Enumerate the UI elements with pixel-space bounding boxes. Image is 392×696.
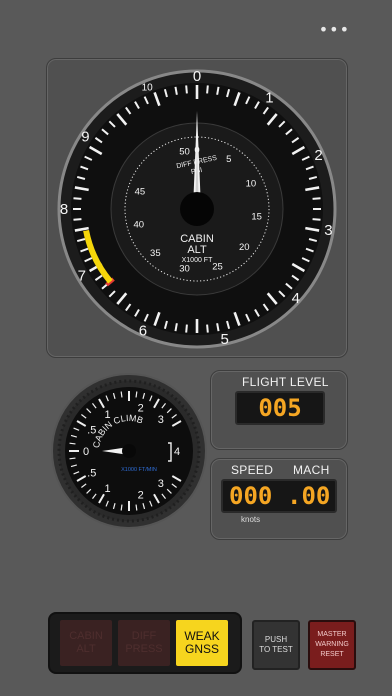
alt-label: ALT xyxy=(187,244,207,256)
annunciator-cabin-alt: CABIN ALT xyxy=(60,620,112,666)
annunciator-diff-press-line1: DIFF xyxy=(131,630,157,642)
inner-scale-label: 25 xyxy=(212,261,223,272)
outer-tick xyxy=(312,218,321,221)
outer-tick xyxy=(73,218,82,221)
needle-hub xyxy=(180,192,214,226)
climb-tick xyxy=(135,391,138,398)
speed-label: SPEED xyxy=(231,463,274,477)
climb-tick xyxy=(135,504,138,511)
climb-scale-label: 3 xyxy=(158,414,164,426)
outer-scale-label: 0 xyxy=(193,68,201,85)
cabin-altitude-panel: 100123456789 50051015202530354045 DIFF P… xyxy=(46,58,348,358)
alt-unit-label: X1000 FT xyxy=(182,257,213,264)
cabin-climb-gauge: 1.50.5123432 CABIN CLIMB X1000 FT/MIN xyxy=(51,373,207,529)
master-warning-line1: MASTER xyxy=(317,631,347,638)
inner-scale-label: 30 xyxy=(179,264,190,275)
annunciator-cabin-alt-line2: ALT xyxy=(76,643,96,655)
outer-scale-label: 9 xyxy=(81,129,89,146)
climb-scale-label: 1 xyxy=(104,483,110,495)
push-to-test-line1: PUSH xyxy=(264,635,288,644)
inner-scale-label: 15 xyxy=(251,211,262,222)
climb-scale-label: 2 xyxy=(138,403,144,415)
climb-unit: X1000 FT/MIN xyxy=(121,467,157,473)
mach-value: .00 xyxy=(287,482,331,510)
speed-display: 000 .00 xyxy=(221,479,337,513)
inner-scale-label: 35 xyxy=(150,248,161,259)
push-to-test-button[interactable]: PUSH TO TEST xyxy=(252,620,300,670)
outer-tick xyxy=(312,197,321,200)
flight-level-display: 005 xyxy=(235,391,325,425)
climb-tick xyxy=(120,504,123,511)
flight-level-panel: FLIGHT LEVEL 005 xyxy=(210,370,348,450)
outer-tick xyxy=(174,323,178,332)
speed-value: 000 xyxy=(229,482,273,510)
outer-scale-label: 4 xyxy=(292,290,300,307)
climb-scale-label: 2 xyxy=(138,489,144,501)
master-warning-reset-button[interactable]: MASTER WARNING RESET xyxy=(308,620,356,670)
outer-tick xyxy=(206,324,209,333)
inner-scale-label: 5 xyxy=(226,154,231,165)
climb-tick xyxy=(69,442,76,445)
inner-scale-label: 20 xyxy=(239,242,250,253)
outer-scale-label: 3 xyxy=(324,222,332,239)
cabin-altitude-gauge: 100123456789 50051015202530354045 DIFF P… xyxy=(57,68,337,349)
annunciator-diff-press-line2: PRESS xyxy=(125,643,163,655)
annunciator-cabin-alt-line1: CABIN xyxy=(69,630,103,642)
outer-scale-label: 1 xyxy=(265,89,273,106)
master-warning-line3: RESET xyxy=(320,651,344,658)
outer-scale-label: 8 xyxy=(60,201,68,218)
climb-hub xyxy=(122,444,136,458)
outer-scale-label: 10 xyxy=(142,83,154,94)
outer-tick xyxy=(174,86,178,95)
climb-scale-label: 3 xyxy=(158,478,164,490)
mach-label: MACH xyxy=(293,463,330,477)
flight-level-label: FLIGHT LEVEL xyxy=(242,375,329,389)
push-to-test-line2: TO TEST xyxy=(259,645,293,654)
climb-tick xyxy=(69,457,76,460)
inner-scale-label: 45 xyxy=(135,186,146,197)
outer-tick xyxy=(185,324,188,333)
outer-tick xyxy=(73,197,82,200)
outer-scale-label: 2 xyxy=(314,147,322,164)
outer-tick xyxy=(216,86,220,95)
annunciator-weak-gnss: WEAK GNSS xyxy=(176,620,228,666)
climb-scale-label: .5 xyxy=(87,468,96,480)
outer-scale-label: 6 xyxy=(139,323,147,340)
inner-scale-label: 40 xyxy=(133,220,144,231)
speed-panel: SPEED MACH 000 .00 knots xyxy=(210,458,348,540)
inner-scale-label: 50 xyxy=(179,146,190,157)
inner-scale-label: 10 xyxy=(246,179,257,190)
climb-tick xyxy=(120,391,123,398)
climb-scale-label: 0 xyxy=(83,446,89,458)
annunciator-diff-press: DIFF PRESS xyxy=(118,620,170,666)
outer-tick xyxy=(216,323,220,332)
annunciator-panel: CABIN ALT DIFF PRESS WEAK GNSS xyxy=(48,612,242,674)
more-menu-icon[interactable]: ••• xyxy=(319,20,350,39)
master-warning-line2: WARNING xyxy=(315,641,349,648)
outer-scale-label: 7 xyxy=(78,268,86,285)
annunciator-weak-gnss-line1: WEAK xyxy=(184,629,220,643)
outer-scale-label: 5 xyxy=(220,331,228,348)
outer-tick xyxy=(206,85,209,94)
annunciator-weak-gnss-line2: GNSS xyxy=(184,642,219,656)
outer-tick xyxy=(185,85,188,94)
speed-unit: knots xyxy=(241,515,261,524)
climb-scale-label: 4 xyxy=(174,446,180,458)
